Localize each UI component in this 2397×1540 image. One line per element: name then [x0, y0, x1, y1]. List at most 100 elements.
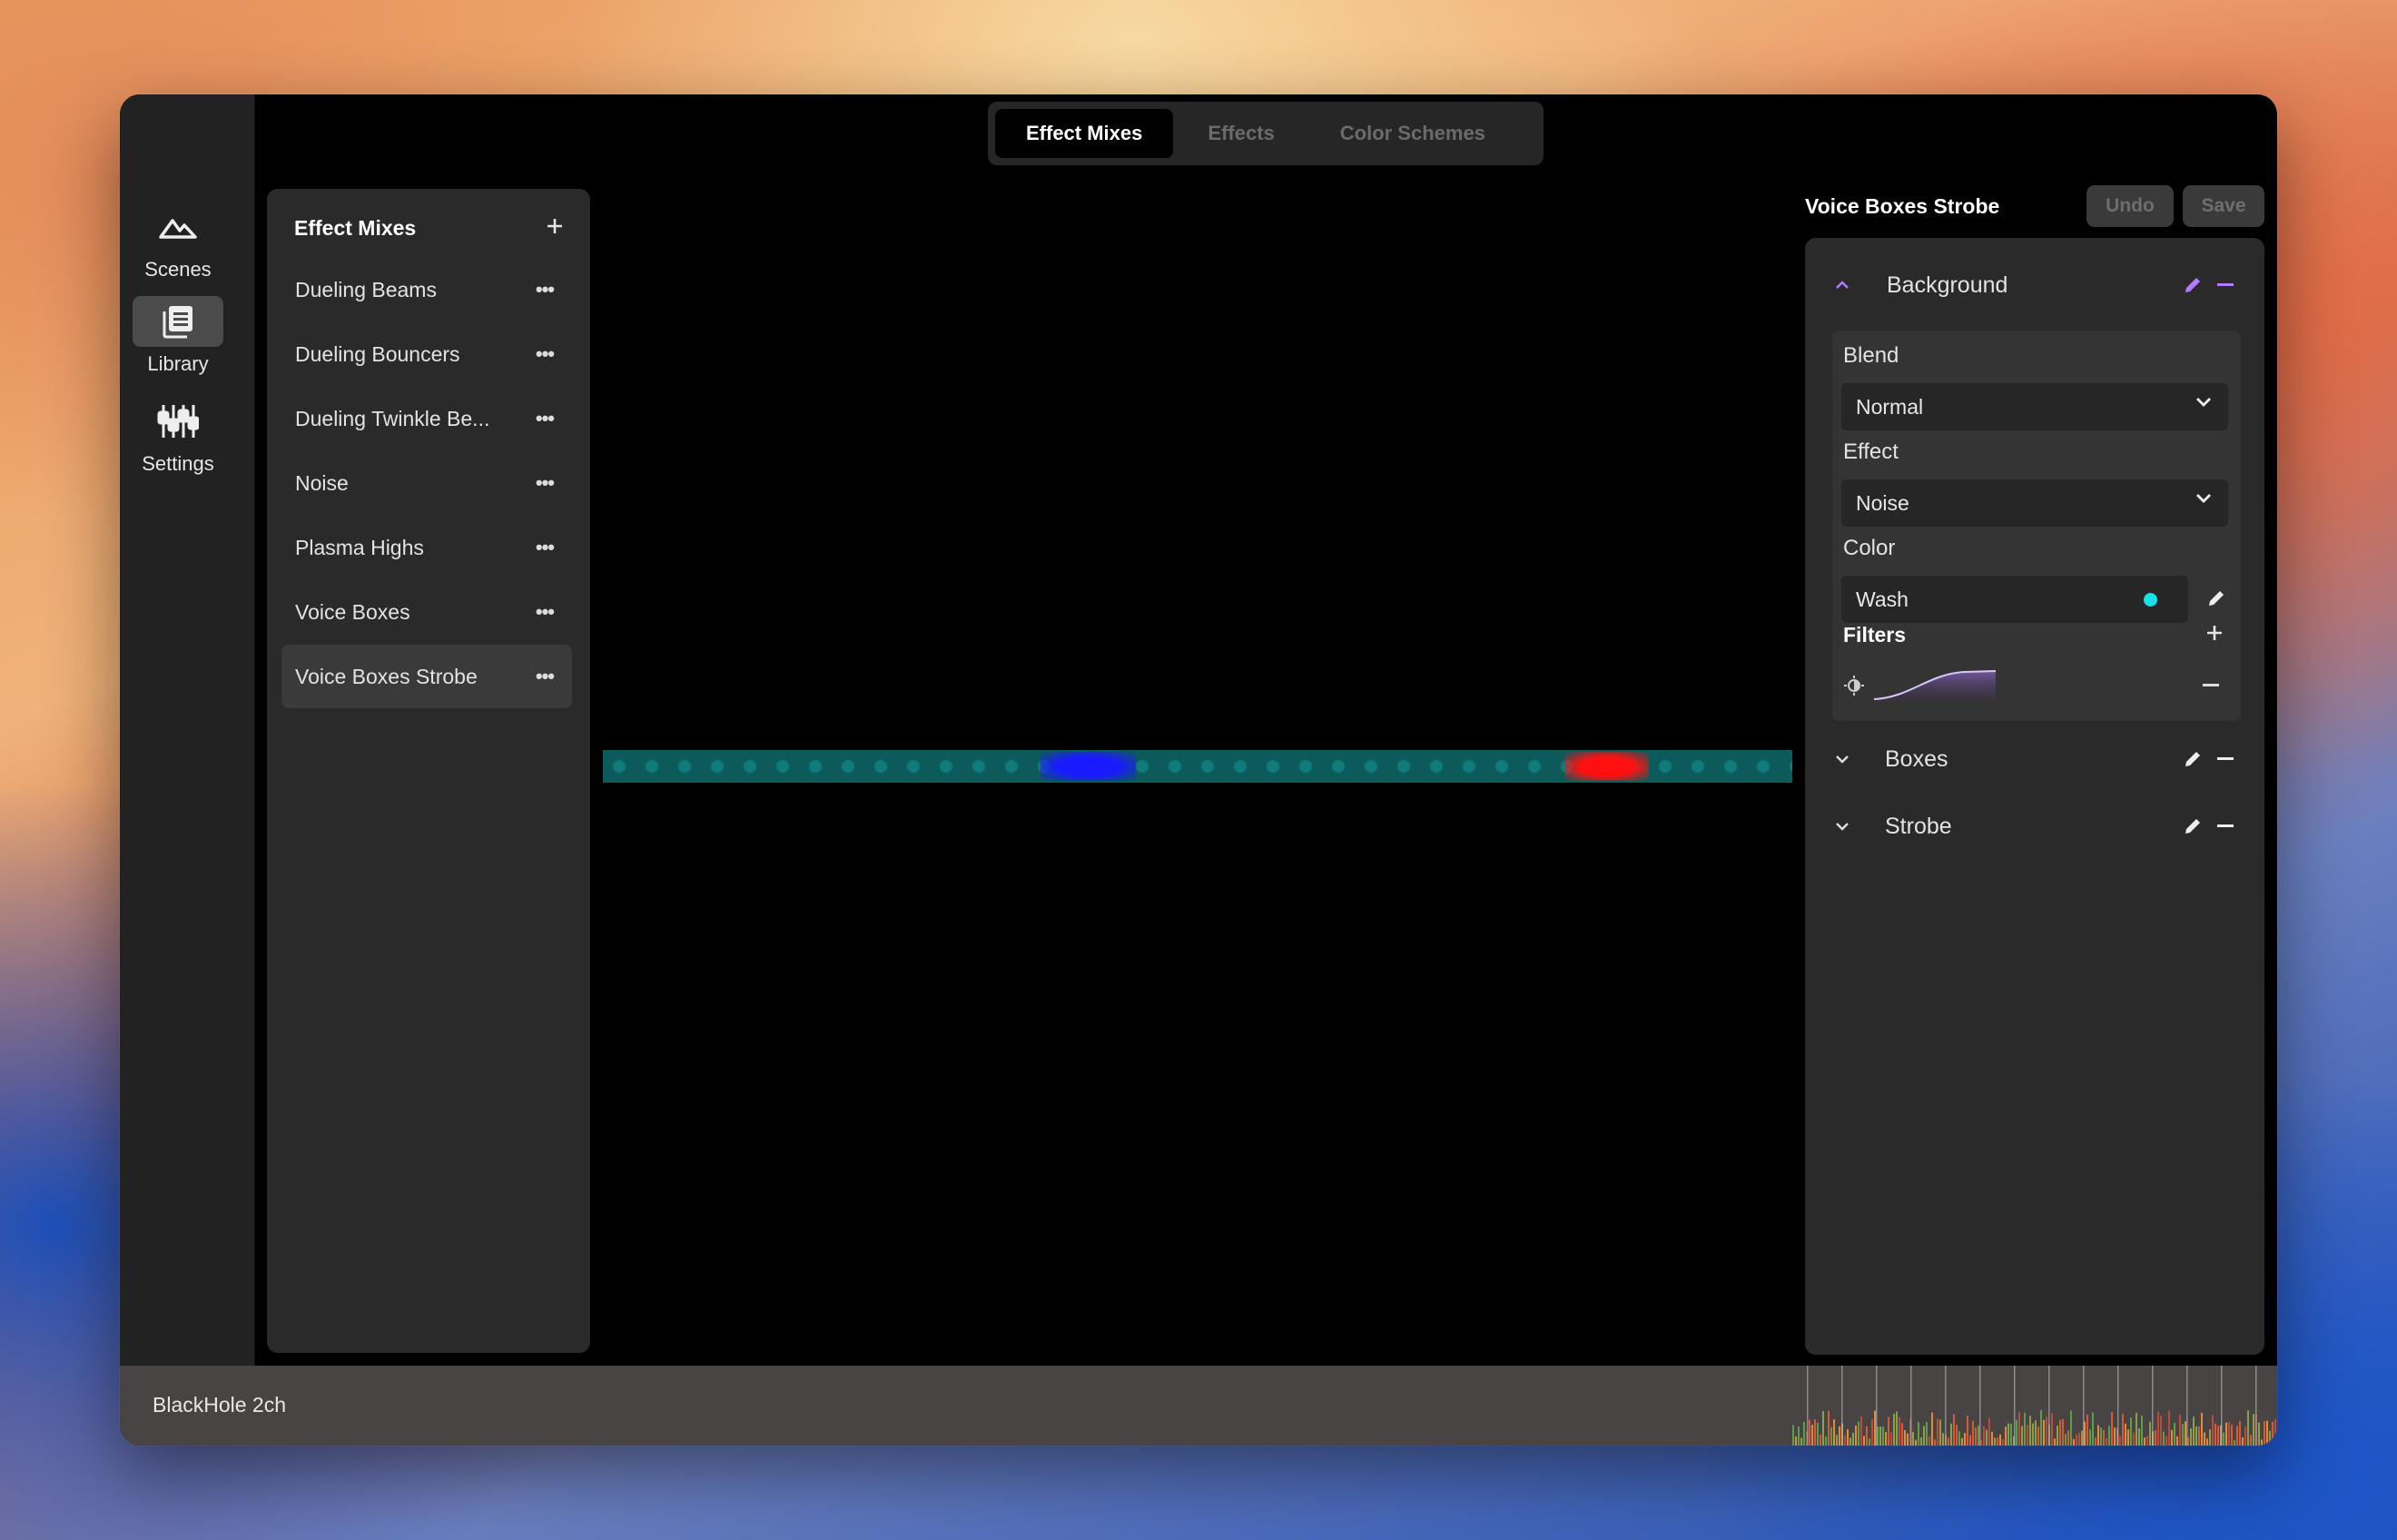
spectrum-bar	[1871, 1418, 1873, 1446]
spectrum-bar	[1983, 1426, 1985, 1446]
layer-name: Boxes	[1885, 745, 1948, 772]
effect-select[interactable]: Noise	[1841, 479, 2228, 527]
list-item[interactable]: Voice Boxes •••	[281, 580, 572, 644]
tab-effects[interactable]: Effects	[1177, 109, 1305, 158]
spectrum-bar	[2043, 1419, 2045, 1446]
nav-item-settings[interactable]: Settings	[133, 396, 223, 487]
layer-row-strobe[interactable]: Strobe	[1820, 801, 2250, 852]
more-icon[interactable]: •••	[536, 407, 555, 430]
layer-row-background[interactable]: Background	[1820, 260, 2250, 311]
list-item[interactable]: Dueling Bouncers •••	[281, 322, 572, 386]
led-strip-preview	[603, 750, 1792, 783]
spectrum-bar	[2264, 1421, 2265, 1446]
nav-rail: Scenes Library Settings	[120, 94, 255, 1366]
list-item-selected[interactable]: Voice Boxes Strobe •••	[281, 645, 572, 708]
spectrum-bar	[2146, 1436, 2148, 1446]
library-icon	[133, 296, 223, 347]
list-item[interactable]: Plasma Highs •••	[281, 516, 572, 579]
chevron-down-icon[interactable]	[1830, 814, 1854, 838]
spectrum-bar	[2176, 1436, 2178, 1446]
list-item[interactable]: Dueling Beams •••	[281, 258, 572, 321]
nav-label-library: Library	[147, 352, 209, 375]
spectrum-bar	[2051, 1412, 2053, 1446]
spectrum-bar	[2228, 1422, 2230, 1446]
effect-mix-list: Dueling Beams ••• Dueling Bouncers ••• D…	[281, 258, 572, 709]
undo-button[interactable]: Undo	[2086, 185, 2174, 227]
spectrum-bar	[1814, 1419, 1816, 1446]
nav-item-library[interactable]: Library	[133, 296, 223, 387]
spectrum-bar	[1811, 1425, 1813, 1446]
more-icon[interactable]: •••	[536, 471, 555, 495]
tab-color-schemes[interactable]: Color Schemes	[1309, 109, 1516, 158]
brightness-icon	[1844, 676, 1864, 696]
spectrum-bar	[1795, 1436, 1797, 1446]
filter-row[interactable]	[1841, 665, 2228, 706]
list-item[interactable]: Noise •••	[281, 451, 572, 515]
color-scheme-field[interactable]: Wash	[1841, 576, 2188, 623]
chevron-down-icon[interactable]	[1830, 747, 1854, 771]
spectrum-bar	[1904, 1429, 1906, 1446]
spectrum-marker	[1979, 1366, 1981, 1446]
more-icon[interactable]: •••	[536, 278, 555, 301]
tab-effect-mixes[interactable]: Effect Mixes	[995, 109, 1174, 158]
minus-icon[interactable]	[2212, 813, 2239, 840]
list-item-label: Noise	[295, 470, 349, 495]
more-icon[interactable]: •••	[536, 665, 555, 688]
pencil-icon[interactable]	[2179, 745, 2206, 773]
spectrum-bar	[2149, 1421, 2151, 1446]
spectrum-marker	[1910, 1366, 1912, 1446]
spectrum-bar	[1964, 1433, 1966, 1446]
spectrum-bar	[2239, 1420, 2241, 1446]
spectrum-bar	[1847, 1429, 1849, 1446]
spectrum-bar	[2054, 1438, 2056, 1446]
spectrum-bar	[1817, 1422, 1819, 1446]
spectrum-bar	[1822, 1411, 1824, 1446]
spectrum-bar	[2253, 1414, 2254, 1446]
save-button[interactable]: Save	[2183, 185, 2264, 227]
spectrum-bar	[2144, 1437, 2145, 1446]
add-filter-button[interactable]	[2201, 617, 2228, 648]
pencil-icon[interactable]	[2203, 585, 2230, 612]
more-icon[interactable]: •••	[536, 600, 555, 624]
color-label: Color	[1843, 536, 1896, 560]
spectrum-bar	[1953, 1414, 1955, 1446]
nav-label-settings: Settings	[142, 452, 214, 475]
chevron-up-icon[interactable]	[1830, 273, 1854, 297]
layer-row-boxes[interactable]: Boxes	[1820, 734, 2250, 785]
spectrum-bar	[2201, 1412, 2203, 1446]
spectrum-bar	[1907, 1433, 1909, 1446]
minus-icon[interactable]	[2197, 672, 2224, 699]
spectrum-bar	[2185, 1421, 2186, 1446]
spectrum-bar	[2067, 1430, 2069, 1446]
spectrum-bar	[2018, 1412, 2020, 1446]
spectrum-bar	[1882, 1426, 1884, 1446]
spectrum-bar	[2062, 1418, 2064, 1446]
spectrum-marker	[2048, 1366, 2050, 1446]
spectrum-bar	[1860, 1417, 1862, 1446]
nav-item-scenes[interactable]: Scenes	[133, 202, 223, 292]
spectrum-bar	[1986, 1429, 1988, 1446]
minus-icon[interactable]	[2212, 745, 2239, 773]
status-bar: BlackHole 2ch	[120, 1366, 1792, 1446]
color-swatch	[2144, 593, 2157, 607]
spectrum-bar	[1956, 1425, 1958, 1446]
spectrum-bar	[2089, 1429, 2091, 1446]
more-icon[interactable]: •••	[536, 342, 555, 366]
pencil-icon[interactable]	[2179, 271, 2206, 299]
spectrum-bar	[2029, 1416, 2031, 1446]
minus-icon[interactable]	[2212, 271, 2239, 299]
spectrum-bar	[1999, 1434, 2001, 1446]
spectrum-bar	[2016, 1419, 2017, 1446]
spectrum-bar	[1800, 1437, 1802, 1446]
more-icon[interactable]: •••	[536, 536, 555, 559]
spectrum-bar	[1850, 1437, 1851, 1446]
pencil-icon[interactable]	[2179, 813, 2206, 840]
spectrum-marker	[2221, 1366, 2223, 1446]
spectrum-bar	[1820, 1435, 1821, 1446]
spectrum-bar	[2274, 1418, 2276, 1446]
spectrum-marker	[2186, 1366, 2188, 1446]
app-window: Scenes Library Settings Effect Mixes Eff…	[120, 94, 2277, 1446]
add-effect-mix-button[interactable]	[539, 211, 570, 242]
blend-select[interactable]: Normal	[1841, 383, 2228, 430]
list-item[interactable]: Dueling Twinkle Be... •••	[281, 387, 572, 450]
